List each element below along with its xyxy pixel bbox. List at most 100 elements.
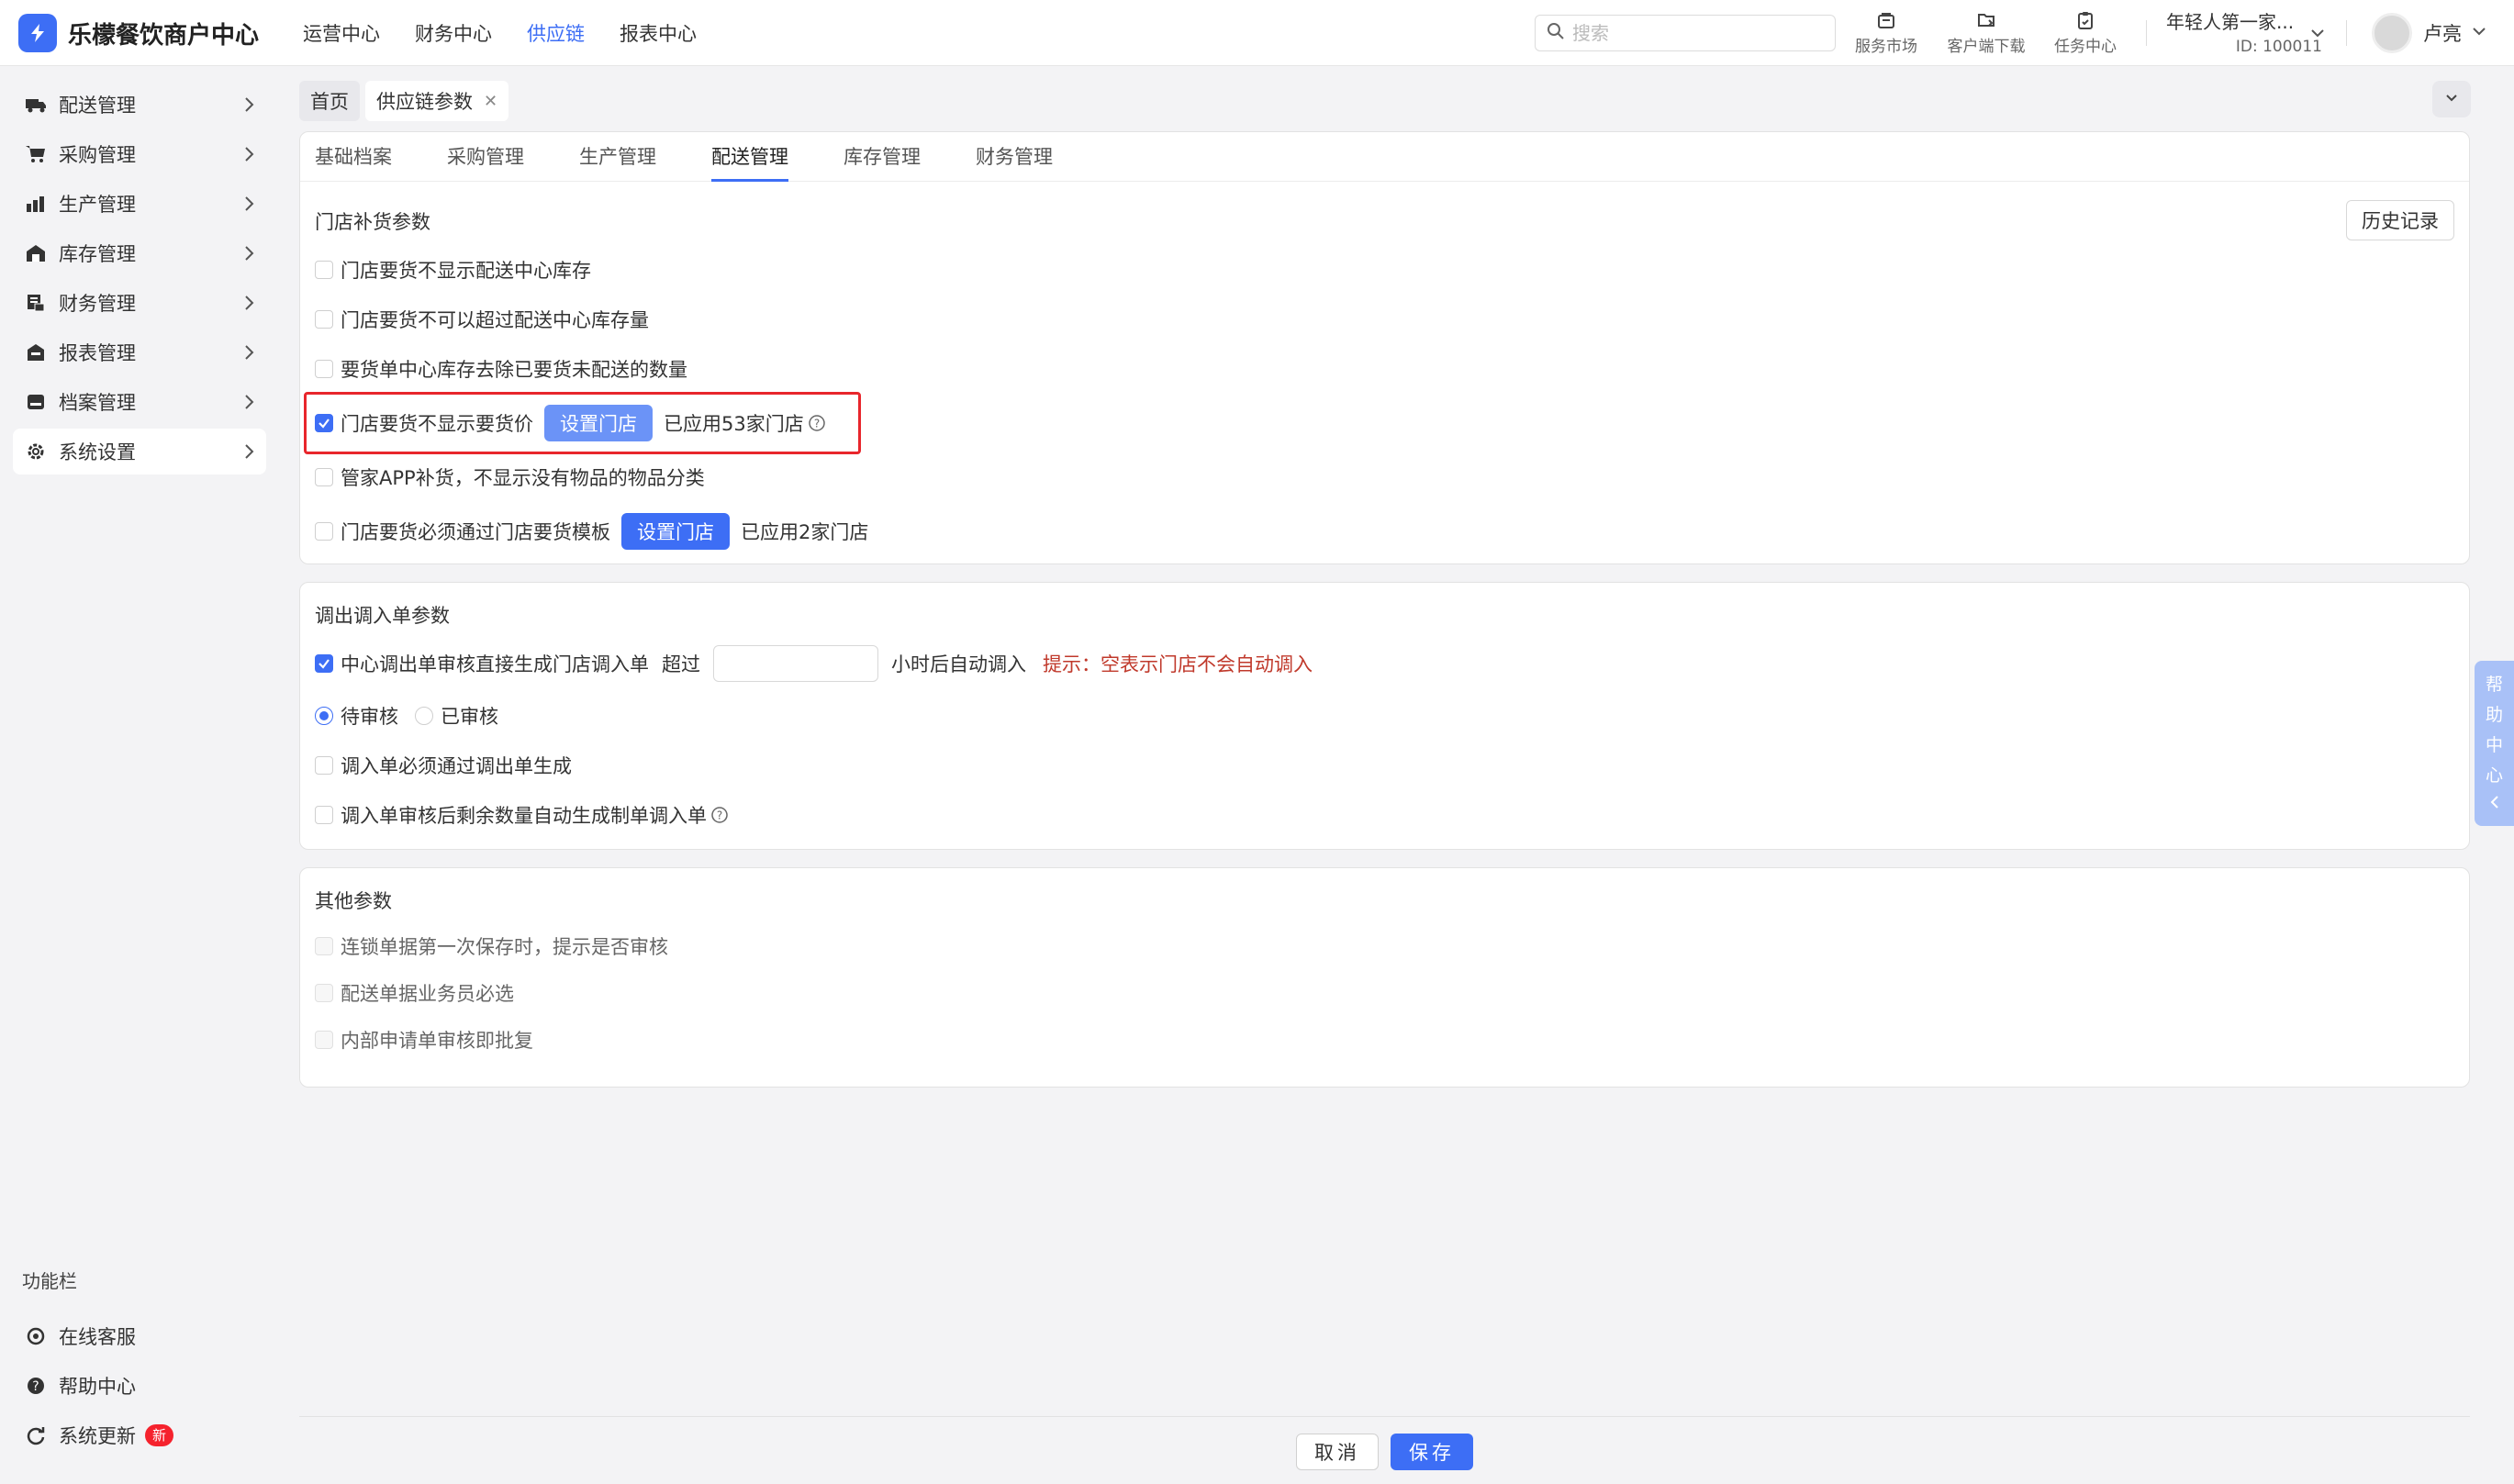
sidebar-item-delivery[interactable]: 配送管理 [13, 82, 266, 128]
over-label: 超过 [662, 653, 700, 675]
tool-task-center[interactable]: 任务中心 [2039, 7, 2131, 56]
checkbox[interactable] [315, 756, 333, 775]
sidebar-item-production[interactable]: 生产管理 [13, 181, 266, 227]
headset-icon [24, 1324, 48, 1348]
page-tab-supply-params[interactable]: 供应链参数 ✕ [365, 81, 509, 121]
gear-icon [24, 440, 48, 463]
report-icon [24, 340, 48, 364]
checkbox[interactable] [315, 468, 333, 486]
option-row: 门店要货不可以超过配送中心库存量 [315, 306, 649, 333]
option-row: 配送单据业务员必选 [315, 979, 514, 1007]
checkbox[interactable] [315, 261, 333, 279]
org-name: 年轻人第一家... [2166, 11, 2295, 33]
footer-divider [299, 1416, 2470, 1417]
option-row: 连锁单据第一次保存时，提示是否审核 [315, 932, 668, 960]
sidebar-item-reports[interactable]: 报表管理 [13, 329, 266, 375]
user-menu[interactable]: 卢亮 [2372, 13, 2487, 53]
checkbox-checked[interactable] [315, 654, 333, 673]
chevron-left-icon [2488, 791, 2501, 819]
page-tabs: 首页 供应链参数 ✕ [299, 81, 514, 121]
sidebar-item-online-service[interactable]: 在线客服 [13, 1313, 266, 1359]
chevron-down-icon [2471, 22, 2487, 44]
divider [2346, 20, 2347, 46]
history-button[interactable]: 历史记录 [2346, 200, 2454, 240]
radio-approved[interactable] [415, 707, 433, 725]
option-row: 要货单中心库存去除已要货未配送的数量 [315, 355, 687, 383]
topnav-supply-chain[interactable]: 供应链 [527, 19, 585, 47]
section-title: 其他参数 [315, 890, 392, 912]
cancel-button[interactable]: 取消 [1296, 1434, 1379, 1470]
app-title: 乐檬餐饮商户中心 [68, 21, 260, 50]
option-row: 门店要货不显示配送中心库存 [315, 256, 591, 284]
svg-text:?: ? [717, 809, 722, 822]
replenishment-card: 基础档案 采购管理 生产管理 配送管理 库存管理 财务管理 门店补货参数 历史记… [299, 131, 2470, 564]
option-row: 管家APP补货，不显示没有物品的物品分类 [315, 463, 705, 491]
checkbox[interactable] [315, 522, 333, 541]
chevron-down-icon[interactable] [2309, 24, 2326, 46]
sidebar-item-help-center[interactable]: ? 帮助中心 [13, 1363, 266, 1409]
search-box [1535, 15, 1836, 51]
tool-label: 服务市场 [1855, 38, 1917, 56]
sidebar-item-purchase[interactable]: 采购管理 [13, 131, 266, 177]
save-button[interactable]: 保存 [1391, 1434, 1473, 1470]
org-id: ID: 100011 [2235, 38, 2322, 56]
tab-delivery[interactable]: 配送管理 [711, 132, 788, 182]
cart-icon [24, 142, 48, 166]
chevron-right-icon [242, 195, 255, 218]
applied-count: 已应用2家门店 [741, 521, 869, 543]
sidebar-item-finance[interactable]: 财务管理 [13, 280, 266, 326]
tabs-dropdown-button[interactable] [2432, 81, 2471, 117]
avatar [2372, 13, 2412, 53]
sidebar-item-system-update[interactable]: 系统更新 新 [13, 1412, 266, 1458]
auto-transfer-row: 中心调出单审核直接生成门店调入单 超过 小时后自动调入 提示：空表示门店不会自动… [315, 645, 1313, 682]
chevron-right-icon [242, 343, 255, 366]
chevron-right-icon [242, 244, 255, 267]
hours-input[interactable] [713, 645, 878, 682]
page-tab-home[interactable]: 首页 [299, 81, 360, 121]
warehouse-icon [24, 241, 48, 265]
radio-pending[interactable] [315, 707, 333, 725]
tool-service-market[interactable]: 服务市场 [1840, 7, 1932, 56]
help-center-float-tab[interactable]: 帮 助 中 心 [2475, 661, 2514, 826]
chevron-right-icon [242, 95, 255, 118]
option-row: 调入单必须通过调出单生成 [315, 752, 572, 779]
finance-icon [24, 291, 48, 315]
search-input[interactable] [1572, 22, 1820, 44]
topnav-reports[interactable]: 报表中心 [620, 19, 697, 47]
store-icon [1840, 7, 1932, 33]
tool-client-download[interactable]: 客户端下载 [1940, 7, 2032, 56]
topnav-finance[interactable]: 财务中心 [415, 19, 492, 47]
chevron-right-icon [242, 442, 255, 465]
new-badge: 新 [145, 1424, 174, 1446]
sidebar: 配送管理 采购管理 生产管理 库存管理 财务管理 报表管理 档案管理 系统设置 … [0, 66, 277, 1484]
tab-finance[interactable]: 财务管理 [976, 132, 1053, 182]
app-logo[interactable]: 乐檬餐饮商户中心 [18, 14, 259, 52]
org-switcher[interactable]: 年轻人第一家... ID: 100011 [2166, 7, 2322, 56]
sidebar-item-inventory[interactable]: 库存管理 [13, 230, 266, 276]
other-params-card: 其他参数 连锁单据第一次保存时，提示是否审核 配送单据业务员必选 内部申请单审核… [299, 867, 2470, 1088]
checkbox[interactable] [315, 806, 333, 824]
archive-icon [24, 390, 48, 414]
download-folder-icon [1940, 7, 2032, 33]
logo-icon [18, 14, 57, 52]
checkbox[interactable] [315, 310, 333, 329]
status-radio-group: 待审核 已审核 [315, 702, 498, 730]
tab-purchase[interactable]: 采购管理 [447, 132, 524, 182]
section-title: 门店补货参数 [315, 211, 430, 233]
option-row: 调入单审核后剩余数量自动生成制单调入单 ? [315, 801, 729, 829]
sidebar-item-archives[interactable]: 档案管理 [13, 379, 266, 425]
close-icon[interactable]: ✕ [484, 92, 497, 111]
chevron-right-icon [242, 294, 255, 317]
checkbox[interactable] [315, 360, 333, 378]
chevron-down-icon [2443, 88, 2460, 110]
sidebar-item-system-settings[interactable]: 系统设置 [13, 429, 266, 474]
truck-icon [24, 93, 48, 117]
checkbox-disabled [315, 984, 333, 1002]
set-stores-button[interactable]: 设置门店 [621, 513, 730, 550]
tab-production[interactable]: 生产管理 [579, 132, 656, 182]
option-row: 门店要货必须通过门店要货模板 设置门店 已应用2家门店 [315, 513, 869, 550]
tab-inventory[interactable]: 库存管理 [844, 132, 921, 182]
question-circle-icon[interactable]: ? [710, 806, 729, 824]
topnav-operations[interactable]: 运营中心 [303, 19, 380, 47]
tab-basic-archives[interactable]: 基础档案 [315, 132, 392, 182]
